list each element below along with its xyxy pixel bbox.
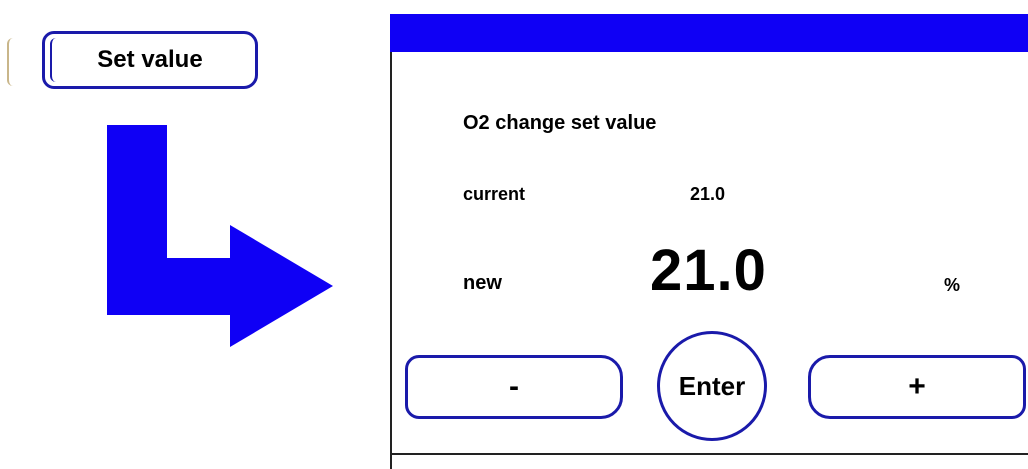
arrow-down-right-icon bbox=[107, 125, 333, 347]
enter-label: Enter bbox=[678, 370, 746, 401]
decrease-button[interactable]: - bbox=[405, 355, 623, 419]
decrease-label: - bbox=[509, 370, 519, 403]
screen-title: O2 change set value bbox=[463, 112, 657, 134]
screen-header-bar bbox=[390, 14, 1028, 52]
enter-button[interactable]: Enter bbox=[657, 331, 767, 441]
new-label: new bbox=[463, 272, 502, 294]
current-value: 21.0 bbox=[690, 184, 726, 204]
screen-bottom-divider bbox=[390, 453, 1028, 455]
panel-edge-mark bbox=[7, 38, 15, 86]
set-value-label: Set value bbox=[97, 46, 203, 73]
increase-button[interactable]: + bbox=[808, 355, 1026, 419]
new-value-display: 21.0 bbox=[650, 238, 767, 303]
set-value-button[interactable]: Set value bbox=[42, 31, 258, 89]
increase-label: + bbox=[908, 370, 926, 403]
unit-label: % bbox=[944, 275, 961, 295]
current-label: current bbox=[463, 184, 526, 204]
